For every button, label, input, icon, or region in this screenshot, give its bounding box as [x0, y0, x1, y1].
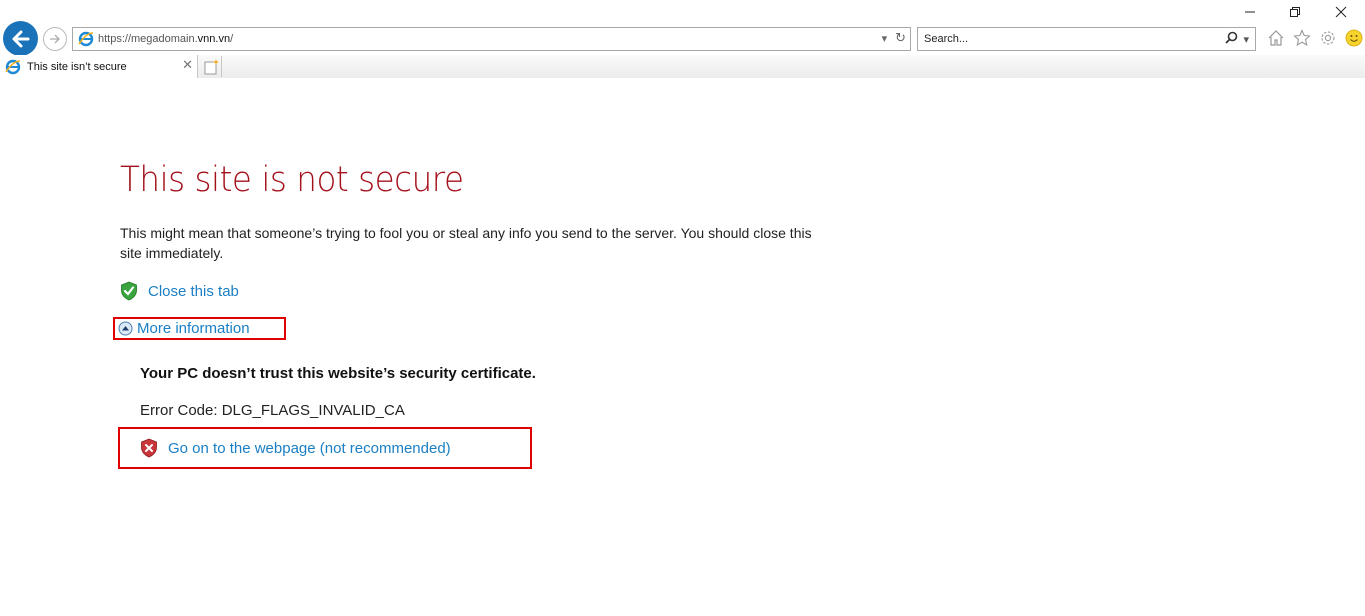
address-dropdown-icon[interactable]: ▾	[882, 32, 888, 45]
red-shield-x-icon	[140, 438, 158, 458]
feedback-smiley-icon[interactable]	[1344, 28, 1364, 48]
back-arrow-icon	[12, 30, 29, 47]
address-bar[interactable]: https://megadomain.vnn.vn/ ▾ ↻	[72, 27, 911, 51]
favorites-star-icon[interactable]	[1292, 28, 1312, 48]
back-button[interactable]	[3, 21, 38, 56]
tab-strip: This site isn’t secure ✕	[0, 55, 1365, 78]
green-shield-check-icon	[120, 281, 138, 301]
more-information-link[interactable]: More information	[137, 320, 250, 337]
search-box[interactable]: ▾	[917, 27, 1256, 51]
search-input[interactable]	[924, 33, 1204, 45]
home-icon[interactable]	[1266, 28, 1286, 48]
url-domain: vnn.vn	[197, 33, 231, 45]
close-icon	[1335, 6, 1347, 18]
tab-close-icon[interactable]: ✕	[182, 58, 193, 73]
tab-title: This site isn’t secure	[27, 60, 127, 73]
ie-logo-icon	[5, 59, 21, 75]
search-icon[interactable]	[1225, 31, 1238, 47]
refresh-icon[interactable]: ↻	[895, 31, 906, 46]
ie-logo-icon	[78, 31, 94, 47]
close-window-button[interactable]	[1331, 4, 1351, 24]
page-title: This site is not secure	[120, 160, 464, 200]
page-description: This might mean that someone’s trying to…	[120, 225, 812, 261]
new-tab-icon	[204, 58, 219, 74]
more-information-highlight[interactable]: More information	[113, 317, 286, 340]
collapse-arrow-icon	[118, 321, 133, 336]
url-suffix: /	[230, 33, 234, 45]
restore-icon	[1290, 7, 1300, 17]
browser-chrome: https://megadomain.vnn.vn/ ▾ ↻ ▾	[0, 0, 1365, 78]
certificate-message: Your PC doesn’t trust this website’s sec…	[140, 365, 536, 382]
new-tab-button[interactable]	[200, 56, 222, 77]
minimize-icon	[1245, 11, 1255, 13]
tab-active[interactable]: This site isn’t secure ✕	[0, 55, 198, 78]
close-tab-row[interactable]: Close this tab	[120, 281, 239, 301]
url-prefix: https://megadomain.	[98, 33, 198, 45]
restore-button[interactable]	[1285, 4, 1305, 24]
forward-button[interactable]	[43, 27, 67, 51]
minimize-button[interactable]	[1240, 4, 1260, 24]
error-code: Error Code: DLG_FLAGS_INVALID_CA	[140, 402, 405, 419]
close-this-tab-link[interactable]: Close this tab	[148, 283, 239, 300]
settings-gear-icon[interactable]	[1318, 28, 1338, 48]
go-on-to-webpage-link[interactable]: Go on to the webpage (not recommended)	[168, 440, 451, 457]
search-dropdown-icon[interactable]: ▾	[1243, 33, 1249, 46]
go-on-highlight[interactable]: Go on to the webpage (not recommended)	[118, 427, 532, 469]
forward-arrow-icon	[50, 34, 60, 44]
address-url[interactable]: https://megadomain.vnn.vn/	[98, 33, 233, 45]
